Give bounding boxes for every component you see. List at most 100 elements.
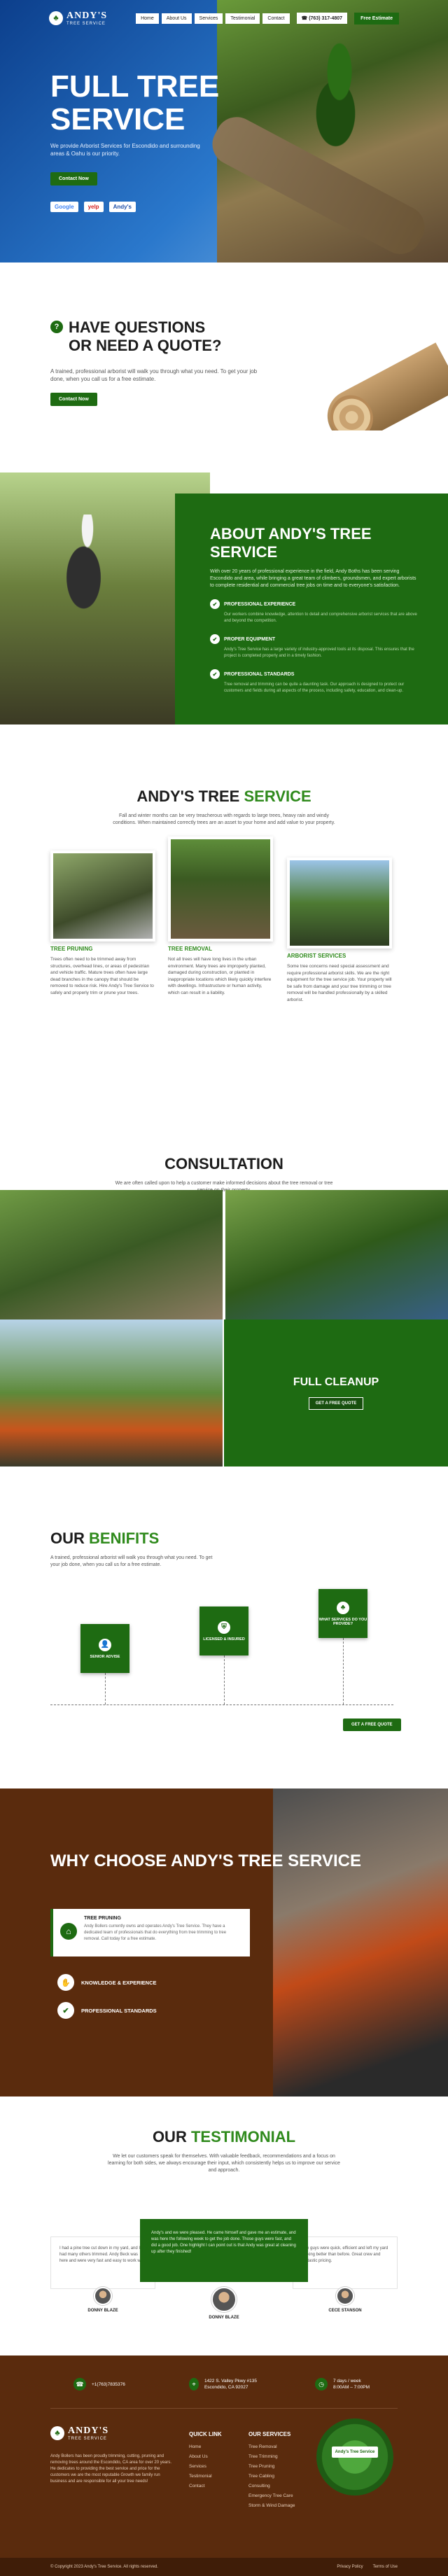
footer-hours: ◷ 7 days / week 8:00AM – 7:00PM [315,2378,370,2390]
why-card: ⌂ TREE PRUNING Andy Bollers currently ow… [50,1909,250,1956]
site-logo[interactable]: ♣ ANDY'S TREE SERVICE [49,10,107,26]
main-nav: ♣ ANDY'S TREE SERVICE Home About Us Servi… [0,0,448,36]
footer-address-text: 1422 S. Valley Pkwy #135 Escondido, CA 9… [204,2379,257,2390]
testimonial-section: OUR TESTIMONIAL We let our customers spe… [0,2096,448,2356]
nav-phone[interactable]: ☎ (763) 317-4807 [296,13,348,24]
arborist-image [287,858,392,948]
about-feature-title: PROFESSIONAL EXPERIENCE [224,601,296,607]
service-title: ARBORIST SERVICES [287,953,346,959]
consult-title: CONSULTATION [164,1155,284,1172]
andys-badge[interactable]: Andy's [108,202,136,212]
about-section: ABOUT ANDY'S TREE SERVICE With over 20 y… [0,430,448,766]
footer-address[interactable]: ⌖ 1422 S. Valley Pkwy #135 Escondido, CA … [189,2378,280,2390]
footer-link[interactable]: Home [189,2444,222,2449]
nav-item-home[interactable]: Home [136,13,159,24]
service-card[interactable]: TREE REMOVAL Not all trees will have lon… [168,836,273,996]
quote-title-line1: HAVE QUESTIONS [69,318,206,336]
footer-link[interactable]: Testimonial [189,2474,222,2479]
testimonial-author-right: CECE STANSON [321,2287,370,2313]
check-icon: ✔ [210,599,220,609]
benefits-path [50,1704,393,1705]
quote-text: A trained, professional arborist will wa… [50,368,258,382]
footer-link[interactable]: About Us [189,2454,222,2459]
footer-link[interactable]: Services [189,2464,222,2469]
why-row-label: KNOWLEDGE & EXPERIENCE [81,1979,157,1986]
footer-service-link[interactable]: Consulting [248,2484,295,2488]
about-feature: ✔ PROFESSIONAL STANDARDS Tree removal and… [210,669,420,694]
consult-section: CONSULTATION We are often called upon to… [0,1130,448,1494]
privacy-link[interactable]: Privacy Policy [337,2565,363,2569]
chainsaw-photo [273,1788,448,2096]
footer-logo[interactable]: ♣ ANDY'S TREE SERVICE [50,2426,108,2441]
benefits-connector [105,1673,106,1704]
avatar [94,2287,112,2305]
footer-service-link[interactable]: Tree Cabling [248,2474,295,2479]
about-feature-text: Tree removal and trimming can be quite a… [224,682,405,693]
services-title-a: ANDY'S TREE [136,788,240,805]
check-icon: ✔ [57,2002,74,2019]
quote-contact-button[interactable]: Contact Now [50,393,97,406]
location-icon: ⌖ [189,2378,199,2390]
terms-link[interactable]: Terms of Use [373,2565,398,2569]
benefit-step-label: WHAT SERVICES DO YOU PROVIDE? [318,1617,368,1626]
hero-title: FULL TREE SERVICE [50,70,219,136]
benefits-section: OUR BENIFITS A trained, professional arb… [0,1494,448,1788]
why-title: WHY CHOOSE ANDY'S TREE SERVICE [50,1851,362,1870]
footer-service-link[interactable]: Tree Removal [248,2444,295,2449]
footer-section: ☎ +1(763)7835376 ⌖ 1422 S. Valley Pkwy #13… [0,2356,448,2576]
nav-menu: Home About Us Services Testimonial Conta… [136,12,399,24]
nav-item-about[interactable]: About Us [161,13,192,24]
service-card[interactable]: ARBORIST SERVICES Some tree concerns nee… [287,858,392,1003]
hero-section: ♣ ANDY'S TREE SERVICE Home About Us Servi… [0,0,448,262]
footer-phone-text: +1(763)7835376 [92,2381,125,2387]
free-estimate-button[interactable]: Free Estimate [354,12,399,24]
tree-icon: ♣ [337,1601,349,1614]
why-row: ✋ KNOWLEDGE & EXPERIENCE [57,1974,157,1991]
about-feature-text: Andy's Tree Service has a large variety … [224,648,414,658]
footer-phone[interactable]: ☎ +1(763)7835376 [74,2378,125,2390]
about-lead: With over 20 years of professional exper… [210,569,416,588]
testimonial-author-main: DONNY BLAZE [200,2287,248,2320]
benefits-connector [224,1656,225,1704]
services-section: ANDY'S TREE SERVICE Fall and winter mont… [0,766,448,1130]
footer-service-link[interactable]: Tree Pruning [248,2464,295,2469]
service-card[interactable]: TREE PRUNING Trees often need to be trim… [50,850,155,996]
about-title: ABOUT ANDY'S TREE SERVICE [210,525,372,561]
benefit-step-label: SENIOR ADVISE [90,1654,120,1659]
logo-name: ANDY'S [66,10,108,21]
footer-service-link[interactable]: Storm & Wind Damage [248,2503,295,2508]
why-card-title: TREE PRUNING [84,1916,121,1921]
footer-service-link[interactable]: Emergency Tree Care [248,2493,295,2498]
testimonial-author-left: DONNY BLAZE [78,2287,127,2313]
google-badge[interactable]: Google [50,202,78,212]
shield-icon: ⛨ [218,1620,230,1634]
about-feature-title: PROPER EQUIPMENT [224,636,276,642]
benefits-quote-button[interactable]: GET A FREE QUOTE [343,1718,401,1731]
hero-title-line2: SERVICE [50,102,186,136]
contact-now-button[interactable]: Contact Now [50,172,97,186]
logo-name: ANDY'S [68,2426,109,2436]
footer-hours-b: 8:00AM – 7:00PM [333,2385,370,2390]
nav-item-services[interactable]: Services [194,13,223,24]
nav-item-testimonial[interactable]: Testimonial [225,13,260,24]
service-title: TREE REMOVAL [168,946,212,952]
nav-item-contact[interactable]: Contact [262,13,290,24]
footer-link[interactable]: Contact [189,2484,222,2488]
phone-icon: ☎ [74,2378,86,2390]
check-icon: ✔ [210,669,220,679]
footer-services: OUR SERVICES Tree Removal Tree Trimming … [248,2431,295,2513]
footer-service-link[interactable]: Tree Trimming [248,2454,295,2459]
about-box: ABOUT ANDY'S TREE SERVICE With over 20 y… [175,493,448,724]
free-quote-button[interactable]: GET A FREE QUOTE [308,1397,364,1410]
benefits-connector [343,1638,344,1704]
yelp-badge[interactable]: yelp [83,202,104,212]
logo-tagline: TREE SERVICE [68,2437,107,2441]
testimonial-title-b: TESTIMONIAL [190,2128,296,2146]
copyright: © Copyright 2023 Andy's Tree Service. Al… [50,2565,158,2569]
loppers-image [225,1190,448,1320]
benefit-step: 👤 SENIOR ADVISE [80,1624,130,1673]
benefits-intro: A trained, professional arborist will wa… [50,1555,213,1567]
footer-description: Andy Bollers has been proudly trimming, … [50,2454,172,2484]
footer-bottom-bar: © Copyright 2023 Andy's Tree Service. Al… [0,2558,448,2576]
quick-links-title: QUICK LINK [189,2431,222,2437]
